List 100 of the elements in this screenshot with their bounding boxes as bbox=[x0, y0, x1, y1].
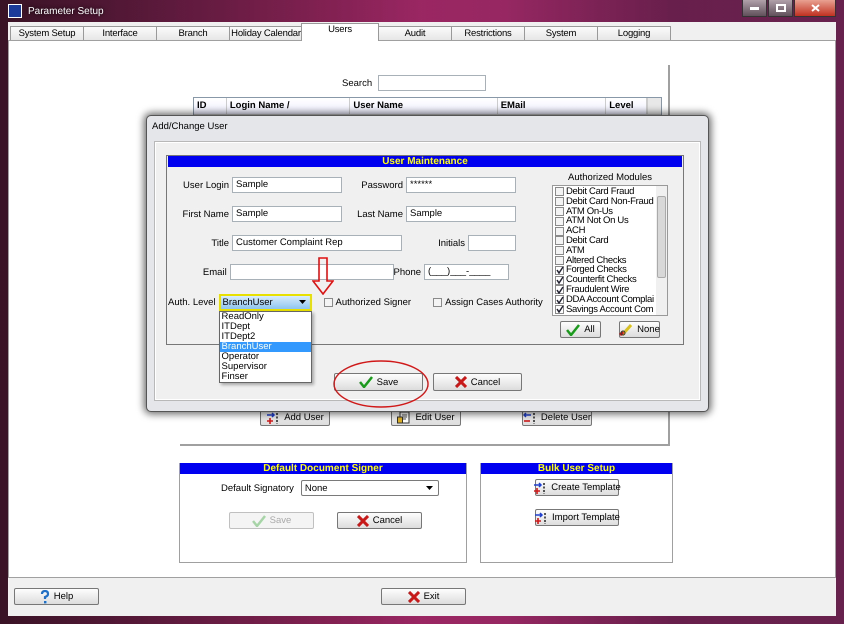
module-item[interactable]: Fraudulent Wire bbox=[555, 284, 656, 295]
arrows-icon bbox=[533, 482, 548, 494]
arrows-icon bbox=[266, 412, 280, 424]
input-field[interactable]: Customer Complaint Rep bbox=[232, 235, 402, 251]
checkbox[interactable] bbox=[555, 246, 564, 256]
checkbox-square[interactable] bbox=[433, 298, 442, 306]
dropdown-option[interactable]: Supervisor bbox=[220, 362, 311, 372]
field-label: Initials bbox=[437, 238, 465, 248]
auth-level-dropdown[interactable]: BranchUser bbox=[218, 294, 312, 310]
check-icon bbox=[358, 376, 373, 388]
panel-header: Bulk User Setup bbox=[481, 463, 672, 474]
input-field[interactable]: ****** bbox=[406, 177, 516, 193]
dropdown-option[interactable]: ITDept bbox=[220, 322, 311, 332]
module-item[interactable]: ATM bbox=[555, 246, 656, 256]
arrows-icon bbox=[534, 512, 548, 524]
checkbox[interactable] bbox=[555, 187, 564, 196]
dialog-button[interactable]: Cancel bbox=[433, 373, 522, 391]
checkbox[interactable] bbox=[555, 216, 564, 226]
footer-button[interactable]: Exit bbox=[381, 588, 466, 605]
module-item[interactable]: Savings Account Com bbox=[555, 304, 656, 314]
module-item[interactable]: DDA Account Complai bbox=[555, 294, 656, 305]
maximize-icon bbox=[776, 4, 786, 12]
input-field[interactable]: (___)___-____ bbox=[424, 264, 509, 280]
x-icon bbox=[454, 376, 467, 388]
checkbox[interactable] bbox=[555, 206, 564, 216]
tab[interactable]: System bbox=[524, 26, 598, 40]
check-icon bbox=[252, 514, 266, 526]
checkbox[interactable] bbox=[555, 226, 564, 236]
input-field[interactable]: Sample bbox=[406, 206, 516, 222]
module-button[interactable]: All bbox=[560, 321, 601, 338]
checkbox-square[interactable] bbox=[324, 298, 333, 306]
field-label: Last Name bbox=[356, 208, 403, 220]
arrows-icon bbox=[522, 412, 537, 424]
minimize-button[interactable] bbox=[742, 0, 767, 17]
checkbox[interactable] bbox=[555, 276, 564, 285]
column-header[interactable]: Login Name / bbox=[226, 98, 350, 114]
column-header[interactable]: EMail bbox=[498, 98, 606, 114]
module-item[interactable]: ATM Not On Us bbox=[555, 216, 656, 226]
column-header[interactable]: ID bbox=[194, 98, 227, 114]
tab[interactable]: Branch bbox=[156, 26, 230, 40]
field-label: Email bbox=[202, 266, 227, 278]
dropdown-option[interactable]: ITDept2 bbox=[220, 332, 311, 342]
module-button[interactable]: None bbox=[619, 321, 660, 338]
checkbox[interactable] bbox=[555, 197, 564, 206]
maximize-button[interactable] bbox=[768, 0, 793, 17]
scrollbar[interactable] bbox=[656, 186, 667, 316]
dropdown-option[interactable]: Finser bbox=[220, 372, 311, 382]
minimize-icon bbox=[750, 6, 759, 10]
field-label: First Name bbox=[182, 208, 229, 220]
input-field[interactable]: Sample bbox=[232, 177, 342, 193]
tab[interactable]: Logging bbox=[597, 26, 671, 40]
module-item[interactable]: Forged Checks bbox=[555, 265, 656, 276]
tab[interactable]: Audit bbox=[378, 26, 452, 40]
search-label: Search bbox=[342, 78, 372, 88]
checkbox[interactable] bbox=[555, 285, 564, 294]
input-field[interactable] bbox=[468, 235, 516, 251]
x-icon bbox=[356, 514, 369, 526]
dialog-button[interactable]: Save bbox=[334, 373, 423, 391]
module-item[interactable]: Debit Card Non-Fraud bbox=[555, 196, 656, 207]
signatory-dropdown[interactable]: None bbox=[300, 480, 439, 496]
search-field[interactable] bbox=[378, 75, 486, 91]
field-label: Auth. Level bbox=[168, 296, 216, 308]
footer-button[interactable]: Help bbox=[14, 588, 99, 605]
tab[interactable]: Holiday Calendar bbox=[229, 26, 303, 40]
module-item[interactable]: Altered Checks bbox=[555, 256, 656, 266]
module-item[interactable]: ATM On-Us bbox=[555, 206, 656, 216]
scrollbar[interactable] bbox=[647, 98, 661, 114]
x-icon bbox=[408, 590, 420, 602]
checkbox[interactable] bbox=[555, 256, 564, 265]
column-header[interactable]: Level bbox=[606, 98, 648, 114]
checkbox[interactable] bbox=[555, 236, 564, 246]
tab[interactable]: Interface bbox=[83, 26, 157, 40]
signer-button[interactable]: Cancel bbox=[337, 512, 422, 529]
column-header[interactable]: User Name bbox=[350, 98, 498, 114]
dropdown-option[interactable]: ReadOnly bbox=[220, 312, 311, 322]
dropdown-option[interactable]: Operator bbox=[220, 352, 311, 362]
modules-label: Authorized Modules bbox=[568, 172, 652, 185]
checkbox[interactable] bbox=[555, 266, 564, 275]
tab[interactable]: Restrictions bbox=[451, 26, 525, 40]
template-button[interactable]: Create Template bbox=[535, 479, 619, 496]
module-item[interactable]: Debit Card bbox=[555, 236, 656, 246]
close-button[interactable] bbox=[794, 0, 836, 17]
down-arrow-annotation bbox=[312, 257, 334, 295]
scroll-thumb[interactable] bbox=[657, 196, 666, 278]
caret-icon bbox=[426, 486, 433, 490]
tab[interactable]: Users bbox=[301, 23, 379, 41]
caret-icon bbox=[298, 300, 306, 304]
template-button[interactable]: Import Template bbox=[535, 509, 619, 526]
pen-icon bbox=[619, 323, 634, 336]
module-item[interactable]: ACH bbox=[555, 226, 656, 236]
checkbox[interactable] bbox=[555, 295, 564, 304]
checkbox[interactable] bbox=[555, 304, 564, 314]
tab[interactable]: System Setup bbox=[10, 26, 84, 40]
module-item[interactable]: Counterfit Checks bbox=[555, 275, 656, 285]
input-field[interactable]: Sample bbox=[232, 206, 342, 222]
input-field[interactable] bbox=[230, 264, 394, 280]
section-header: User Maintenance bbox=[168, 156, 682, 167]
close-icon bbox=[810, 4, 820, 12]
module-item[interactable]: Debit Card Fraud bbox=[555, 187, 656, 197]
field-label: Phone bbox=[394, 266, 422, 278]
